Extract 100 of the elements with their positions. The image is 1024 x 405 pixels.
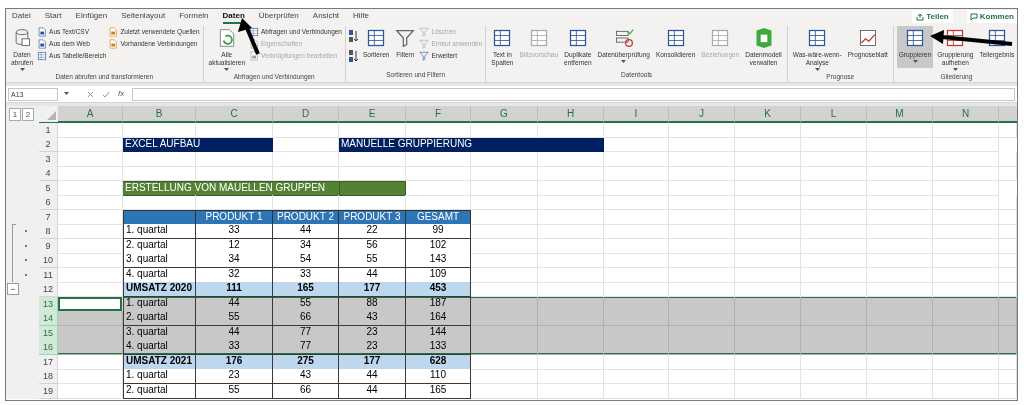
select-all-icon[interactable]	[47, 111, 56, 120]
row-header[interactable]: 6	[39, 195, 58, 210]
table-icon	[905, 28, 926, 48]
table-cell: 43	[339, 311, 406, 326]
column-header[interactable]: N	[933, 106, 999, 123]
row-header[interactable]: 19	[39, 384, 58, 399]
table-cell: 44	[339, 369, 406, 384]
sheet-cell[interactable]	[933, 340, 999, 355]
row-header[interactable]: 18	[39, 369, 58, 384]
ribbon-tab[interactable]: Einfügen	[75, 10, 108, 24]
row-header[interactable]: 8	[39, 224, 58, 239]
sheet-cell[interactable]	[58, 311, 123, 326]
table-cell: 55	[196, 384, 273, 399]
table-cell: 43	[273, 369, 339, 384]
column-header[interactable]: G	[471, 106, 538, 123]
ribbon-tab[interactable]: Überprüfen	[258, 10, 299, 24]
share-button[interactable]: Teilen	[912, 10, 953, 23]
table-cell: 1. quartal	[123, 224, 196, 239]
row-header[interactable]: 2	[39, 137, 58, 152]
sheet-cell[interactable]	[604, 311, 669, 326]
cancel-icon[interactable]	[87, 90, 94, 98]
row-header[interactable]: 4	[39, 166, 58, 181]
table-cell: 66	[273, 384, 339, 399]
document-icon	[108, 39, 119, 49]
sheet-cell[interactable]	[669, 311, 735, 326]
table-icon	[807, 28, 828, 48]
sheet-cell[interactable]	[999, 340, 1017, 355]
insert-function-button[interactable]: fx	[118, 88, 129, 100]
sheet-cell[interactable]	[538, 340, 604, 355]
sheet-cell[interactable]	[999, 311, 1017, 326]
table-cell: 54	[273, 253, 339, 268]
sheet-cell[interactable]	[669, 340, 735, 355]
share-icon	[916, 12, 925, 21]
column-header[interactable]: M	[867, 106, 933, 123]
ribbon-tab[interactable]: Start	[44, 10, 62, 24]
sheet-cell[interactable]	[867, 340, 933, 355]
table-cell: 55	[339, 253, 406, 268]
table-cell: 453	[406, 282, 471, 297]
table-icon	[528, 28, 549, 48]
table-cell: 66	[273, 311, 339, 326]
sheet-cell[interactable]	[735, 340, 801, 355]
row-header[interactable]: 14	[39, 311, 58, 326]
column-header[interactable]: J	[669, 106, 735, 123]
column-header[interactable]: I	[604, 106, 669, 123]
table-cell: 164	[406, 311, 471, 326]
table-cell: 1. quartal	[123, 369, 196, 384]
column-header[interactable]: H	[538, 106, 604, 123]
sort-descending-icon[interactable]	[349, 50, 359, 62]
sort-ascending-icon[interactable]	[349, 30, 359, 42]
table-cell: 2. quartal	[123, 311, 196, 326]
ribbon-tab[interactable]: Hilfe	[353, 10, 370, 24]
column-header[interactable]: A	[58, 106, 123, 123]
table-cell: 34	[196, 253, 273, 268]
arrow	[238, 18, 260, 55]
ribbon-tab[interactable]: Formeln	[179, 10, 209, 24]
sheet-cell[interactable]	[604, 340, 669, 355]
column-header[interactable]: L	[801, 106, 867, 123]
column-header[interactable]: B	[123, 106, 196, 123]
outline-level-button[interactable]: 1	[9, 108, 21, 121]
checklist-icon	[613, 28, 634, 48]
sheet-cell[interactable]	[471, 340, 538, 355]
funnel-icon	[419, 39, 430, 49]
row-header[interactable]: 10	[39, 253, 58, 268]
row-header[interactable]: 12	[39, 282, 58, 297]
table-cell: 44	[273, 224, 339, 239]
column-header[interactable]: C	[196, 106, 273, 123]
column-header[interactable]: K	[735, 106, 801, 123]
table-icon	[710, 28, 731, 48]
table-cell: 177	[339, 282, 406, 297]
table-icon	[492, 28, 513, 48]
sheet-cell[interactable]	[58, 340, 123, 355]
sheet-cell[interactable]	[471, 311, 538, 326]
table-cell: 111	[196, 282, 273, 297]
table-cell: 22	[339, 224, 406, 239]
section-banner: ERSTELLUNG VON MAUELLEN GRUPPEN	[123, 181, 339, 196]
sheet-cell[interactable]	[735, 311, 801, 326]
column-header[interactable]: F	[406, 106, 471, 123]
outline-level-button[interactable]: 2	[22, 108, 34, 121]
ribbon-tab[interactable]: Ansicht	[312, 10, 340, 24]
sheet-cell[interactable]	[538, 311, 604, 326]
ribbon-tab[interactable]: Seitenlayout	[121, 10, 166, 24]
sheet-cell[interactable]	[801, 340, 867, 355]
row-header[interactable]: 16	[39, 340, 58, 355]
enter-icon[interactable]	[102, 90, 110, 98]
table-cell: UMSATZ 2020	[123, 282, 196, 297]
document-icon	[108, 27, 119, 37]
column-header[interactable]: D	[273, 106, 339, 123]
comments-button[interactable]: Kommen	[966, 10, 1017, 23]
collapse-button[interactable]: −	[7, 283, 19, 295]
sheet-cell[interactable]	[801, 311, 867, 326]
column-header[interactable]: E	[339, 106, 406, 123]
table-cell: 4. quartal	[123, 340, 196, 355]
comment-icon	[969, 12, 978, 21]
funnel-icon	[395, 28, 416, 48]
formula-input[interactable]	[132, 87, 1015, 101]
document-icon	[37, 27, 48, 37]
column-header[interactable]	[999, 106, 1017, 123]
ribbon-tab[interactable]: Datei	[12, 10, 31, 24]
sheet-cell[interactable]	[933, 311, 999, 326]
sheet-cell[interactable]	[867, 311, 933, 326]
